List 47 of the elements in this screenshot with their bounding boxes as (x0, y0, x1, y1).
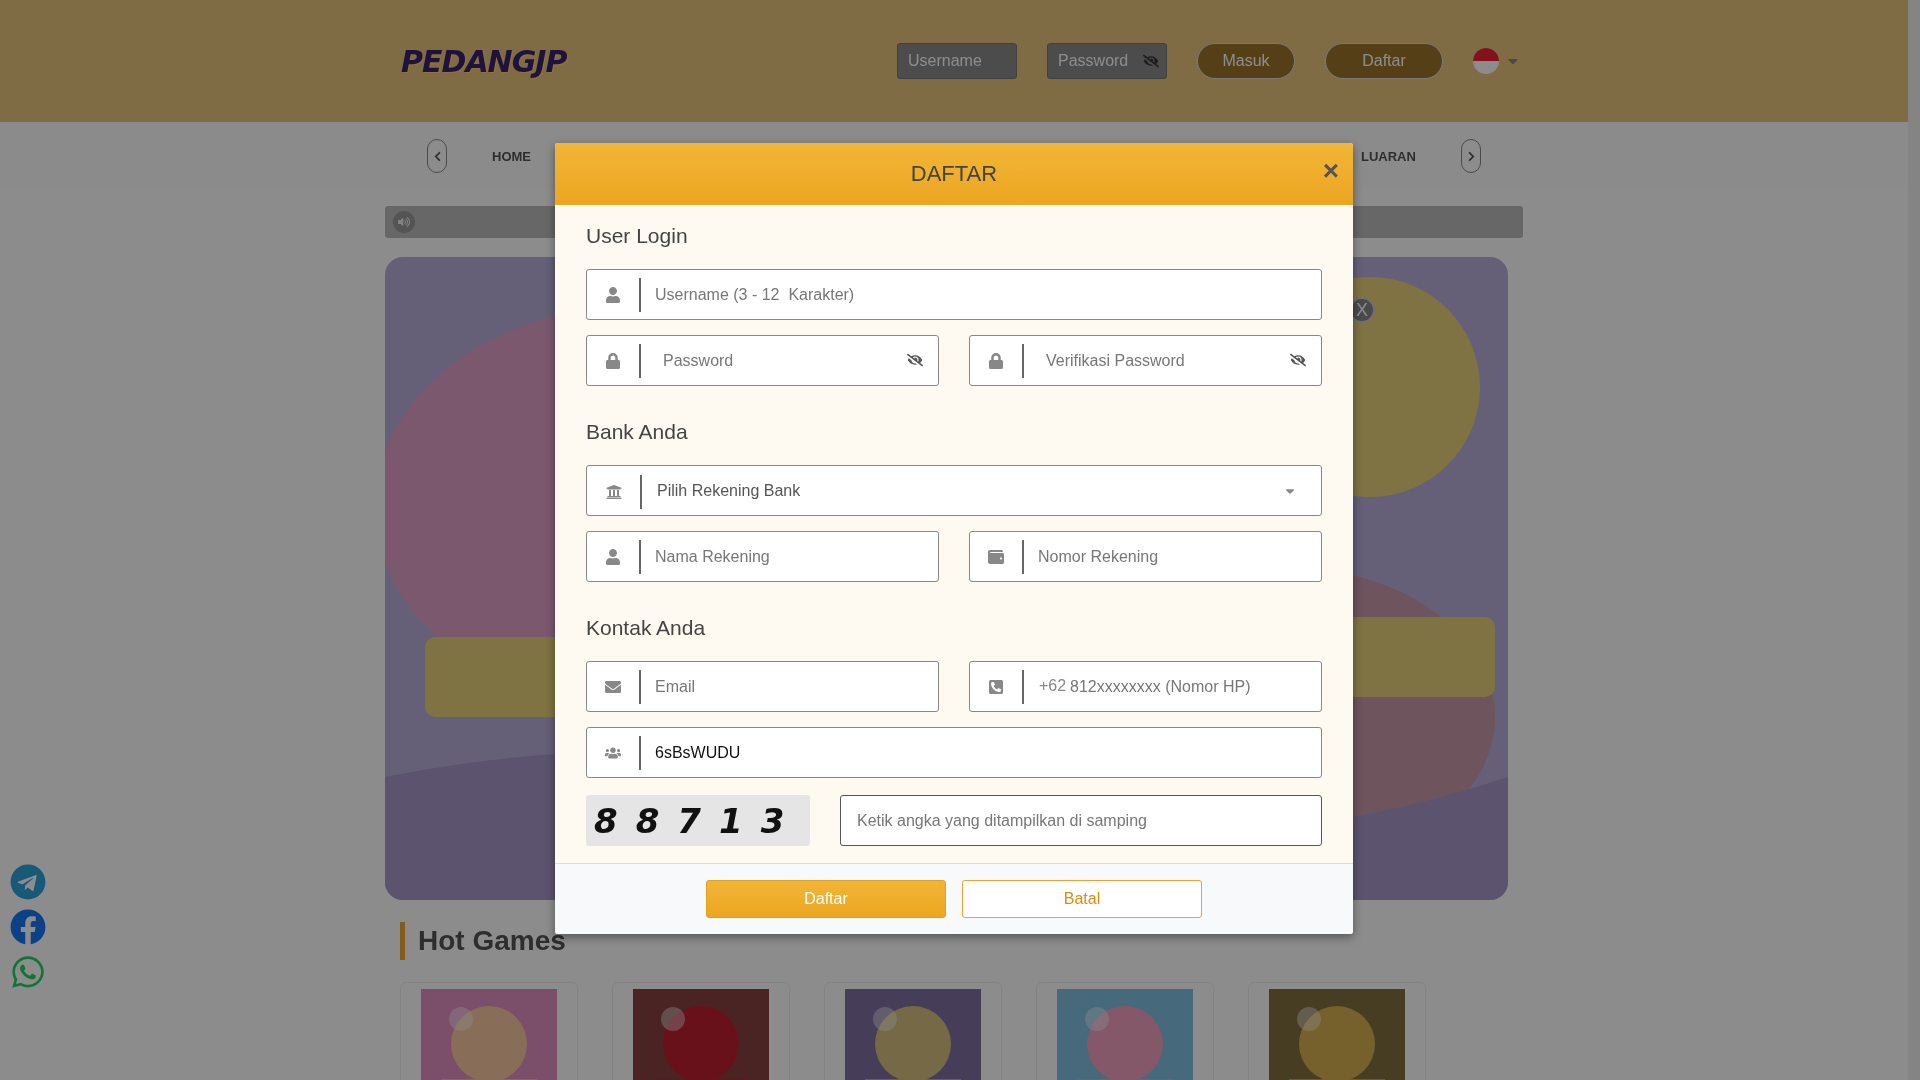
section-heading: Kontak Anda (586, 616, 707, 640)
scrollbar[interactable] (1908, 0, 1920, 1080)
lock-icon (605, 353, 621, 369)
phone-prefix: +62 (1039, 677, 1067, 695)
captcha-image: 88713 (586, 795, 810, 846)
users-icon (605, 745, 621, 761)
eye-slash-icon[interactable] (1290, 352, 1306, 368)
nav-link[interactable]: LUARAN (1361, 148, 1416, 164)
input-field[interactable]: Username (3 - 12 Karakter) (586, 269, 1322, 320)
envelope-icon (605, 679, 621, 695)
game-card[interactable] (1036, 982, 1214, 1080)
input-field[interactable]: Verifikasi Password (969, 335, 1322, 386)
dialog-title: DAFTAR (910, 161, 998, 187)
password-field[interactable]: Password (1047, 43, 1167, 79)
section-heading: User Login (586, 224, 689, 248)
phone-icon (988, 679, 1004, 695)
eye-slash-icon[interactable] (907, 352, 923, 368)
input-field[interactable]: Nama Rekening (586, 531, 939, 582)
close-button[interactable]: × (1322, 157, 1339, 185)
captcha-field[interactable]: Ketik angka yang ditampilkan di samping (840, 795, 1322, 846)
register-button[interactable]: Daftar (1325, 43, 1443, 79)
login-button[interactable]: Masuk (1197, 43, 1295, 79)
input-field[interactable]: 6sBsWUDU (586, 727, 1322, 778)
input-field[interactable]: Email (586, 661, 939, 712)
bank-icon (606, 484, 622, 500)
game-card[interactable] (1248, 982, 1426, 1080)
submit-button[interactable]: Daftar (706, 880, 946, 918)
input-field[interactable]: Password (586, 335, 939, 386)
input-field[interactable]: Nomor Rekening (969, 531, 1322, 582)
next-arrow-button[interactable] (1461, 139, 1481, 173)
section-heading: Bank Anda (586, 420, 689, 444)
telegram-icon[interactable] (10, 864, 46, 900)
lock-icon (988, 353, 1004, 369)
flag-icon[interactable] (1473, 48, 1499, 74)
speaker-icon[interactable] (393, 211, 415, 233)
user-icon (605, 287, 621, 303)
username-field[interactable]: Username (897, 43, 1017, 79)
prev-arrow-button[interactable] (427, 139, 447, 173)
user-icon (605, 549, 621, 565)
game-card[interactable] (824, 982, 1002, 1080)
facebook-icon[interactable] (10, 909, 46, 945)
logo[interactable]: PEDANGJP (401, 43, 567, 79)
game-card[interactable] (400, 982, 578, 1080)
game-card[interactable] (612, 982, 790, 1080)
cancel-button[interactable]: Batal (962, 880, 1202, 918)
nav-link[interactable]: HOME (492, 148, 531, 164)
bank-select[interactable]: Pilih Rekening Bank (586, 465, 1322, 516)
